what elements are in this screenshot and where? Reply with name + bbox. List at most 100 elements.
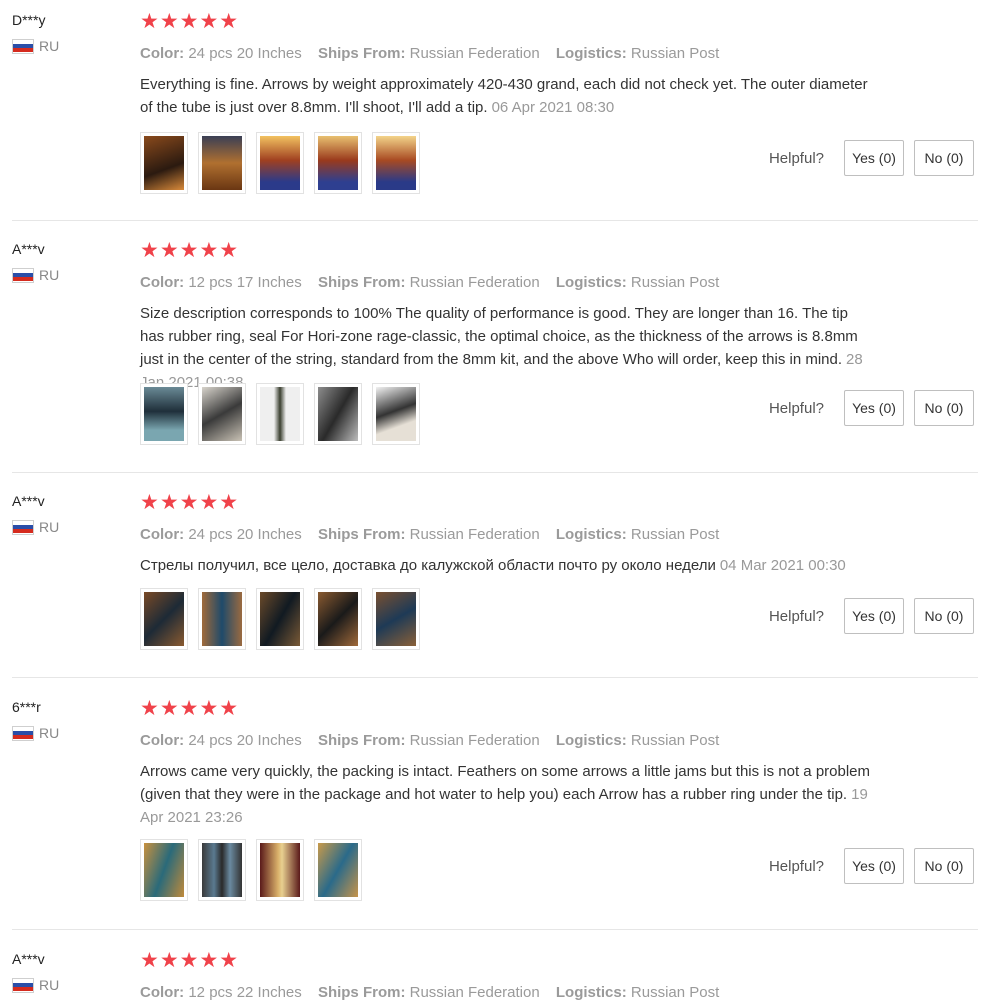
country-code: RU: [39, 38, 60, 54]
star-rating: ★★★★★: [140, 491, 240, 514]
color-value: 24 pcs 20 Inches: [188, 732, 302, 749]
ships-from-value: Russian Federation: [409, 732, 540, 749]
helpful-controls: Helpful? Yes (0) No (0): [769, 848, 974, 884]
reviewer-name: D***y: [12, 12, 46, 28]
logistics-value: Russian Post: [630, 274, 720, 291]
review-photo[interactable]: [140, 588, 188, 650]
ships-from-label: Ships From:: [317, 732, 406, 749]
review-photo[interactable]: [314, 383, 362, 445]
review-photo[interactable]: [256, 132, 304, 194]
review-photo[interactable]: [372, 588, 420, 650]
country-code: RU: [39, 725, 60, 741]
order-info: Color: 24 pcs 20 Inches Ships From: Russ…: [140, 526, 731, 543]
review-photo[interactable]: [314, 588, 362, 650]
review-photo[interactable]: [140, 132, 188, 194]
helpful-yes-button[interactable]: Yes (0): [844, 390, 904, 426]
color-value: 24 pcs 20 Inches: [188, 45, 302, 62]
review-photo[interactable]: [198, 132, 246, 194]
helpful-controls: Helpful? Yes (0) No (0): [769, 140, 974, 176]
review-photos: [140, 839, 362, 901]
helpful-controls: Helpful? Yes (0) No (0): [769, 390, 974, 426]
russia-flag-icon: [12, 267, 34, 283]
review-item: A***v RU ★★★★★ Color: 12 pcs 22 Inches S…: [0, 949, 980, 1000]
review-text: Arrows came very quickly, the packing is…: [140, 763, 871, 803]
russia-flag-icon: [12, 725, 34, 741]
helpful-no-button[interactable]: No (0): [914, 140, 974, 176]
color-label: Color:: [140, 274, 185, 291]
review-photos: [140, 588, 420, 650]
review-photo[interactable]: [372, 132, 420, 194]
review-text: Стрелы получил, все цело, доставка до ка…: [140, 557, 716, 574]
color-value: 12 pcs 17 Inches: [188, 274, 302, 291]
review-photo[interactable]: [314, 839, 362, 901]
review-date: 04 Mar 2021 00:30: [719, 557, 846, 574]
reviewer-country: RU: [12, 519, 59, 535]
helpful-label: Helpful?: [768, 857, 824, 875]
russia-flag-icon: [12, 38, 34, 54]
star-rating: ★★★★★: [140, 10, 240, 33]
ships-from-label: Ships From:: [317, 45, 406, 62]
color-value: 12 pcs 22 Inches: [188, 984, 302, 1000]
review-photo[interactable]: [314, 132, 362, 194]
logistics-value: Russian Post: [630, 732, 720, 749]
review-text-block: Everything is fine. Arrows by weight app…: [140, 73, 870, 119]
reviewer-country: RU: [12, 977, 59, 993]
review-text: Size description corresponds to 100% The…: [140, 305, 858, 368]
review-text-block: Стрелы получил, все цело, доставка до ка…: [140, 554, 870, 577]
logistics-label: Logistics:: [555, 526, 627, 543]
review-divider: [12, 929, 978, 930]
helpful-controls: Helpful? Yes (0) No (0): [769, 598, 974, 634]
review-item: D***y RU ★★★★★ Color: 24 pcs 20 Inches S…: [0, 10, 980, 212]
logistics-label: Logistics:: [555, 45, 627, 62]
star-rating: ★★★★★: [140, 949, 240, 972]
logistics-label: Logistics:: [555, 984, 627, 1000]
review-text-block: Size description corresponds to 100% The…: [140, 302, 870, 394]
review-photo[interactable]: [256, 588, 304, 650]
helpful-yes-button[interactable]: Yes (0): [844, 848, 904, 884]
helpful-label: Helpful?: [768, 149, 824, 167]
star-rating: ★★★★★: [140, 697, 240, 720]
review-photos: [140, 383, 420, 445]
review-photo[interactable]: [140, 383, 188, 445]
ships-from-value: Russian Federation: [409, 526, 540, 543]
ships-from-value: Russian Federation: [409, 984, 540, 1000]
review-photo[interactable]: [256, 839, 304, 901]
order-info: Color: 12 pcs 17 Inches Ships From: Russ…: [140, 274, 731, 291]
review-photo[interactable]: [198, 839, 246, 901]
russia-flag-icon: [12, 977, 34, 993]
russia-flag-icon: [12, 519, 34, 535]
review-item: A***v RU ★★★★★ Color: 12 pcs 17 Inches S…: [0, 239, 980, 451]
helpful-yes-button[interactable]: Yes (0): [844, 598, 904, 634]
helpful-yes-button[interactable]: Yes (0): [844, 140, 904, 176]
order-info: Color: 24 pcs 20 Inches Ships From: Russ…: [140, 732, 731, 749]
reviewer-name: A***v: [12, 951, 45, 967]
helpful-label: Helpful?: [768, 607, 824, 625]
logistics-value: Russian Post: [630, 984, 720, 1000]
reviewer-name: 6***r: [12, 699, 41, 715]
ships-from-label: Ships From:: [317, 274, 406, 291]
review-divider: [12, 677, 978, 678]
helpful-no-button[interactable]: No (0): [914, 848, 974, 884]
ships-from-label: Ships From:: [317, 984, 406, 1000]
reviewer-name: A***v: [12, 241, 45, 257]
helpful-label: Helpful?: [768, 399, 824, 417]
logistics-label: Logistics:: [555, 274, 627, 291]
reviewer-country: RU: [12, 725, 59, 741]
review-divider: [12, 472, 978, 473]
logistics-label: Logistics:: [555, 732, 627, 749]
helpful-no-button[interactable]: No (0): [914, 390, 974, 426]
review-item: 6***r RU ★★★★★ Color: 24 pcs 20 Inches S…: [0, 697, 980, 909]
review-divider: [12, 220, 978, 221]
review-photo[interactable]: [256, 383, 304, 445]
review-photo[interactable]: [198, 383, 246, 445]
helpful-no-button[interactable]: No (0): [914, 598, 974, 634]
country-code: RU: [39, 977, 60, 993]
color-label: Color:: [140, 732, 185, 749]
review-photo[interactable]: [372, 383, 420, 445]
ships-from-label: Ships From:: [317, 526, 406, 543]
order-info: Color: 12 pcs 22 Inches Ships From: Russ…: [140, 984, 731, 1000]
review-photo[interactable]: [140, 839, 188, 901]
review-photo[interactable]: [198, 588, 246, 650]
review-photos: [140, 132, 420, 194]
color-label: Color:: [140, 45, 185, 62]
